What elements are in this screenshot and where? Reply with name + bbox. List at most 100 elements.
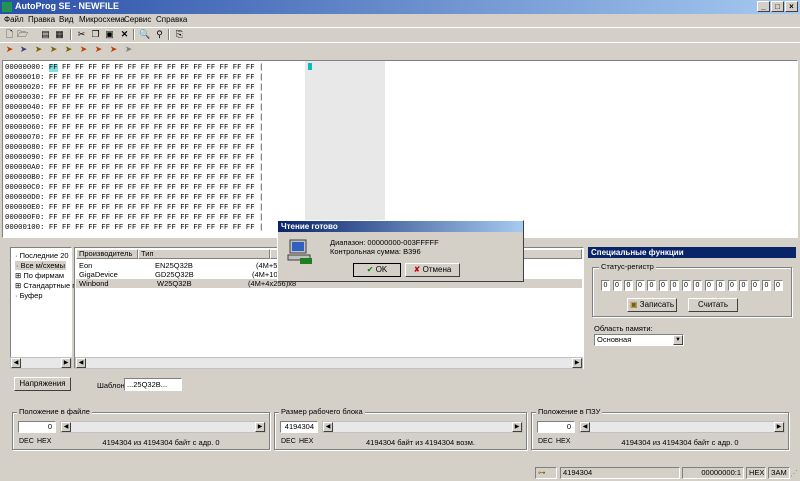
- hex-row[interactable]: 00000100: FF FF FF FF FF FF FF FF FF FF …: [5, 223, 263, 233]
- menu-chip[interactable]: Микросхема: [79, 15, 125, 24]
- hex-bytes[interactable]: FF FF FF FF FF FF FF FF FF FF FF FF FF F…: [62, 134, 255, 142]
- hex-bytes[interactable]: FF FF FF FF FF FF FF FF FF FF FF FF FF F…: [62, 114, 255, 122]
- hex-toggle[interactable]: HEX: [37, 438, 51, 445]
- protect-icon[interactable]: ➤: [108, 44, 119, 55]
- save-icon[interactable]: ▤: [40, 29, 51, 40]
- hex-bytes[interactable]: FF FF FF FF FF FF FF FF FF FF FF FF FF F…: [62, 214, 255, 222]
- chevron-down-icon[interactable]: ▼: [673, 335, 683, 345]
- hex-bytes[interactable]: FF FF FF FF FF FF FF FF FF FF FF FF FF F…: [62, 74, 255, 82]
- find-next-icon[interactable]: ⚲: [154, 29, 165, 40]
- menu-file[interactable]: Файл: [4, 15, 24, 24]
- write-chip-icon[interactable]: ➤: [18, 44, 29, 55]
- hex-bytes[interactable]: FF FF FF FF FF FF FF FF FF FF FF FF FF F…: [62, 104, 255, 112]
- hex-row[interactable]: 00000080: FF FF FF FF FF FF FF FF FF FF …: [5, 143, 263, 153]
- hex-editor[interactable]: 00000000: FF FF FF FF FF FF FF FF FF FF …: [2, 60, 798, 238]
- status-bit[interactable]: 0: [693, 280, 702, 291]
- panel-slider[interactable]: ◀ ▶: [322, 421, 523, 433]
- status-bit[interactable]: 0: [727, 280, 737, 291]
- hex-row[interactable]: 000000D0: FF FF FF FF FF FF FF FF FF FF …: [5, 193, 263, 203]
- status-bit[interactable]: 0: [624, 280, 633, 291]
- dec-toggle[interactable]: DEC: [281, 438, 296, 445]
- hex-bytes[interactable]: FF FF FF FF FF FF FF FF FF FF FF FF FF F…: [62, 194, 255, 202]
- device-icon[interactable]: ⎘: [174, 29, 185, 40]
- tree-hscroll[interactable]: ◀ ▶: [10, 357, 72, 369]
- hex-row[interactable]: 00000070: FF FF FF FF FF FF FF FF FF FF …: [5, 133, 263, 143]
- hex-byte[interactable]: FF: [49, 84, 58, 92]
- ok-button[interactable]: ✔ OK: [353, 263, 401, 277]
- dec-toggle[interactable]: DEC: [538, 438, 553, 445]
- hex-row[interactable]: 00000060: FF FF FF FF FF FF FF FF FF FF …: [5, 123, 263, 133]
- scroll-right-icon[interactable]: ▶: [572, 358, 582, 368]
- header-type[interactable]: Тип: [138, 249, 270, 259]
- copy-icon[interactable]: ❐: [90, 29, 101, 40]
- hex-byte[interactable]: FF: [49, 104, 58, 112]
- blank-check-icon[interactable]: ➤: [63, 44, 74, 55]
- new-file-icon[interactable]: 🗋: [4, 29, 15, 40]
- status-bit[interactable]: 0: [750, 280, 760, 291]
- voltage-button[interactable]: Напряжения: [14, 377, 71, 391]
- panel-slider[interactable]: ◀ ▶: [60, 421, 266, 433]
- hex-byte[interactable]: FF: [49, 164, 58, 172]
- hex-byte[interactable]: FF: [49, 134, 58, 142]
- dec-toggle[interactable]: DEC: [19, 438, 34, 445]
- unprotect-icon[interactable]: ➤: [123, 44, 134, 55]
- read-register-button[interactable]: Считать: [688, 298, 738, 312]
- maximize-button[interactable]: □: [771, 1, 784, 12]
- hex-byte[interactable]: FF: [49, 214, 58, 222]
- panel-value[interactable]: 4194304: [280, 421, 318, 433]
- header-maker[interactable]: Производитель: [76, 249, 138, 259]
- tree-item-all[interactable]: · Все м/схемы: [15, 261, 66, 270]
- delete-icon[interactable]: ✕: [119, 29, 130, 40]
- status-bit[interactable]: 0: [601, 280, 610, 291]
- memory-area-select[interactable]: Основная ▼: [594, 334, 684, 346]
- hex-bytes[interactable]: FF FF FF FF FF FF FF FF FF FF FF FF FF F…: [62, 154, 255, 162]
- hex-bytes[interactable]: FF FF FF FF FF FF FF FF FF FF FF FF FF F…: [62, 174, 255, 182]
- hex-byte[interactable]: FF: [49, 154, 58, 162]
- scroll-right-icon[interactable]: ▶: [61, 358, 71, 368]
- status-bit[interactable]: 0: [635, 280, 645, 291]
- hex-bytes[interactable]: FF FF FF FF FF FF FF FF FF FF FF FF FF F…: [62, 184, 255, 192]
- read-chip-icon[interactable]: ➤: [4, 44, 15, 55]
- hex-byte[interactable]: FF: [49, 74, 58, 82]
- scroll-left-icon[interactable]: ◀: [323, 422, 333, 432]
- hex-row[interactable]: 00000000: FF FF FF FF FF FF FF FF FF FF …: [5, 63, 263, 73]
- hex-bytes[interactable]: FF FF FF FF FF FF FF FF FF FF FF FF FF F…: [62, 64, 255, 72]
- hex-bytes[interactable]: FF FF FF FF FF FF FF FF FF FF FF FF FF F…: [62, 224, 255, 232]
- hex-byte[interactable]: FF: [49, 194, 58, 202]
- hex-byte[interactable]: FF: [49, 204, 58, 212]
- verify-icon[interactable]: ➤: [48, 44, 59, 55]
- status-bit[interactable]: 0: [739, 280, 748, 291]
- tree-item-by-maker[interactable]: ⊞ По фирмам: [15, 271, 64, 280]
- status-bit[interactable]: 0: [704, 280, 714, 291]
- status-bit[interactable]: 0: [762, 280, 771, 291]
- panel-slider[interactable]: ◀ ▶: [579, 421, 785, 433]
- menu-service[interactable]: Сервис: [124, 15, 151, 24]
- hex-bytes[interactable]: FF FF FF FF FF FF FF FF FF FF FF FF FF F…: [62, 124, 255, 132]
- hex-byte[interactable]: FF: [49, 114, 58, 122]
- status-bit[interactable]: 0: [773, 280, 783, 291]
- hex-byte[interactable]: FF: [49, 144, 58, 152]
- hex-row[interactable]: 000000A0: FF FF FF FF FF FF FF FF FF FF …: [5, 163, 263, 173]
- panel-value[interactable]: 0: [537, 421, 575, 433]
- tree-item-standard[interactable]: ⊞ Стандартные г: [15, 281, 75, 290]
- chip-tree[interactable]: · Последние 20 · Все м/схемы ⊞ По фирмам…: [10, 247, 75, 369]
- minimize-button[interactable]: _: [757, 1, 770, 12]
- find-icon[interactable]: 🔍: [139, 29, 150, 40]
- erase-icon[interactable]: ➤: [33, 44, 44, 55]
- hex-toggle[interactable]: HEX: [299, 438, 313, 445]
- hex-bytes[interactable]: FF FF FF FF FF FF FF FF FF FF FF FF FF F…: [62, 204, 255, 212]
- write-register-button[interactable]: ▣ Записать: [627, 298, 677, 312]
- resize-grip-icon[interactable]: ⋰: [790, 469, 799, 479]
- menu-edit[interactable]: Правка: [28, 15, 55, 24]
- hex-byte[interactable]: FF: [49, 174, 58, 182]
- hex-byte[interactable]: FF: [49, 124, 58, 132]
- hex-row[interactable]: 00000020: FF FF FF FF FF FF FF FF FF FF …: [5, 83, 263, 93]
- print-icon[interactable]: ▦: [54, 29, 65, 40]
- hex-bytes[interactable]: FF FF FF FF FF FF FF FF FF FF FF FF FF F…: [62, 84, 255, 92]
- open-icon[interactable]: 🗁: [17, 29, 28, 40]
- hex-byte[interactable]: FF: [49, 94, 58, 102]
- hex-bytes[interactable]: FF FF FF FF FF FF FF FF FF FF FF FF FF F…: [62, 144, 255, 152]
- hex-row[interactable]: 000000F0: FF FF FF FF FF FF FF FF FF FF …: [5, 213, 263, 223]
- list-hscroll[interactable]: ◀ ▶: [75, 357, 583, 369]
- hex-row[interactable]: 00000010: FF FF FF FF FF FF FF FF FF FF …: [5, 73, 263, 83]
